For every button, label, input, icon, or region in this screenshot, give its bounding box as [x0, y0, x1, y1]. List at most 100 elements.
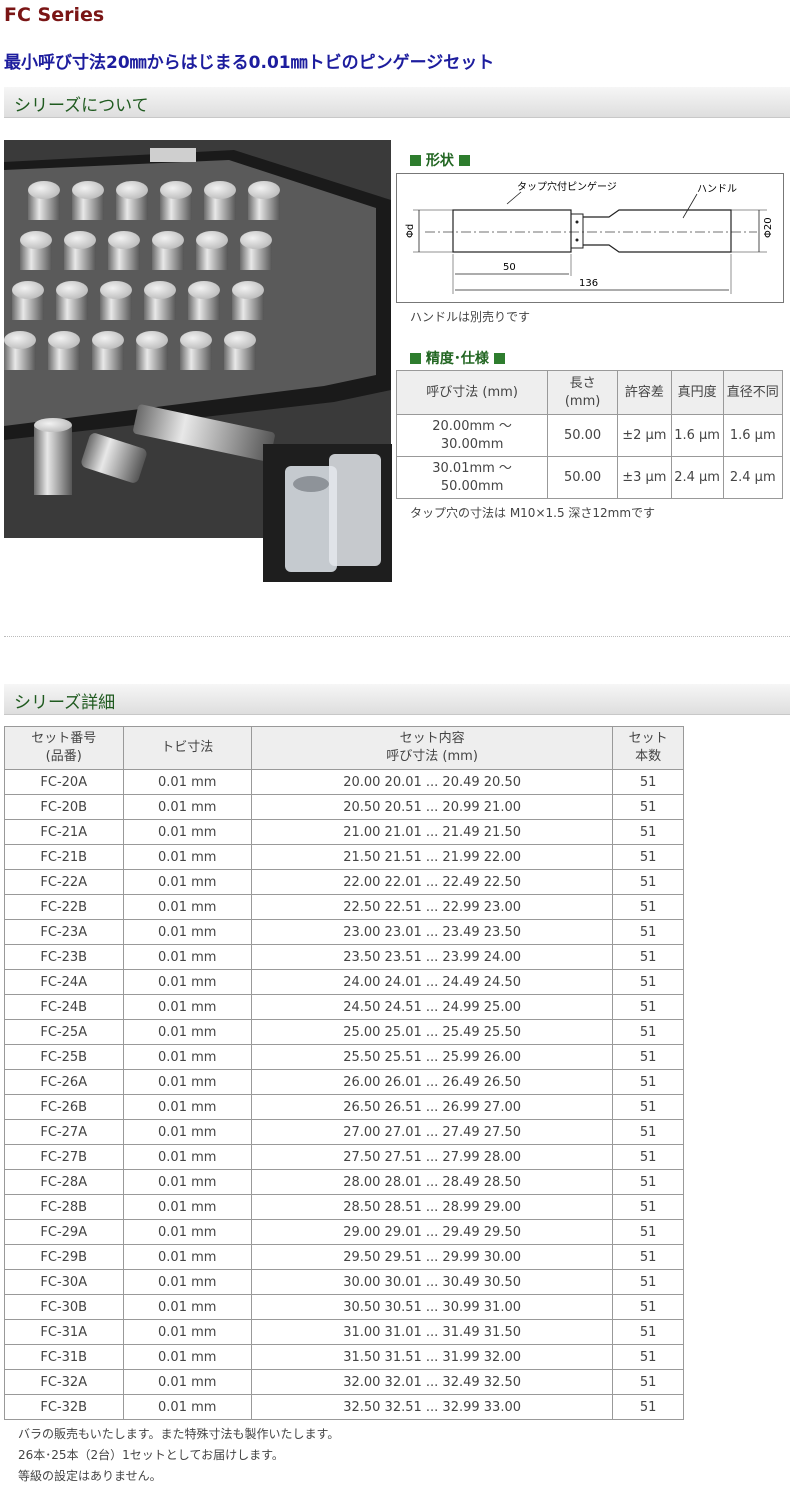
table-row: FC-30B 0.01 mm 30.50 30.51 ... 30.99 31.00… — [4, 1294, 684, 1320]
table-cell: 51 — [612, 894, 684, 920]
table-cell: 0.01 mm — [122, 1244, 252, 1270]
table-cell: FC-28A — [4, 1169, 124, 1195]
table-cell: FC-27A — [4, 1119, 124, 1145]
table-cell: 51 — [612, 1294, 684, 1320]
table-cell: 0.01 mm — [122, 1094, 252, 1120]
table-cell: 51 — [612, 1169, 684, 1195]
table-cell: FC-20B — [4, 794, 124, 820]
table-row: FC-22B 0.01 mm 22.50 22.51 ... 22.99 23.00… — [4, 894, 684, 920]
spec-header: 長さ (mm) — [547, 370, 618, 415]
gauge-label: タップ穴付ピンゲージ — [517, 180, 617, 193]
shape-note: ハンドルは別売りです — [410, 310, 531, 324]
table-row: FC-28A 0.01 mm 28.00 28.01 ... 28.49 28.50… — [4, 1169, 684, 1195]
table-cell: 51 — [612, 1319, 684, 1345]
table-cell: 24.50 24.51 ... 24.99 25.00 — [250, 994, 614, 1020]
length-50-label: 50 — [503, 262, 516, 273]
table-cell: 0.01 mm — [122, 1219, 252, 1245]
page-title: FC Series — [4, 4, 105, 26]
table-cell: FC-28B — [4, 1194, 124, 1220]
table-row: FC-31B 0.01 mm 31.50 31.51 ... 31.99 32.00… — [4, 1344, 684, 1370]
table-cell: 0.01 mm — [122, 1319, 252, 1345]
table-cell: 32.50 32.51 ... 32.99 33.00 — [250, 1394, 614, 1420]
table-cell: 51 — [612, 1194, 684, 1220]
section-header-details: シリーズ詳細 — [4, 684, 790, 715]
spec-cell: 2.4 μm — [722, 456, 783, 499]
table-cell: 27.50 27.51 ... 27.99 28.00 — [250, 1144, 614, 1170]
table-cell: 0.01 mm — [122, 1369, 252, 1395]
spec-cell: 50.00 — [547, 456, 618, 499]
table-cell: 21.50 21.51 ... 21.99 22.00 — [250, 844, 614, 870]
table-cell: 25.00 25.01 ... 25.49 25.50 — [250, 1019, 614, 1045]
table-cell: FC-22A — [4, 869, 124, 895]
spec-cell: 1.6 μm — [722, 414, 783, 457]
table-cell: 0.01 mm — [122, 1119, 252, 1145]
table-cell: 22.00 22.01 ... 22.49 22.50 — [250, 869, 614, 895]
table-cell: 51 — [612, 794, 684, 820]
table-cell: FC-26A — [4, 1069, 124, 1095]
square-bullet-icon — [458, 155, 470, 166]
table-row: FC-21A 0.01 mm 21.00 21.01 ... 21.49 21.50… — [4, 819, 684, 845]
table-cell: FC-30A — [4, 1269, 124, 1295]
table-row: FC-21B 0.01 mm 21.50 21.51 ... 21.99 22.00… — [4, 844, 684, 870]
footnote: 26本･25本（2台）1セットとしてお届けします。 — [18, 1448, 284, 1462]
table-cell: 26.50 26.51 ... 26.99 27.00 — [250, 1094, 614, 1120]
table-cell: 51 — [612, 994, 684, 1020]
table-cell: 21.00 21.01 ... 21.49 21.50 — [250, 819, 614, 845]
table-cell: 51 — [612, 1019, 684, 1045]
spec-header: 真円度 — [670, 370, 724, 415]
table-cell: FC-29B — [4, 1244, 124, 1270]
shape-heading: 形状 — [410, 150, 470, 170]
table-cell: FC-20A — [4, 769, 124, 795]
table-cell: 0.01 mm — [122, 1344, 252, 1370]
table-cell: 0.01 mm — [122, 1294, 252, 1320]
length-136-label: 136 — [579, 278, 598, 289]
table-cell: 51 — [612, 944, 684, 970]
table-cell: 29.50 29.51 ... 29.99 30.00 — [250, 1244, 614, 1270]
square-bullet-icon — [493, 353, 505, 364]
table-cell: 51 — [612, 1369, 684, 1395]
table-cell: 0.01 mm — [122, 1169, 252, 1195]
spec-cell: ±3 μm — [616, 456, 672, 499]
table-cell: 23.50 23.51 ... 23.99 24.00 — [250, 944, 614, 970]
table-row: FC-25A 0.01 mm 25.00 25.01 ... 25.49 25.50… — [4, 1019, 684, 1045]
divider — [4, 636, 790, 637]
table-cell: 0.01 mm — [122, 794, 252, 820]
square-bullet-icon — [410, 353, 421, 364]
table-row: FC-27B 0.01 mm 27.50 27.51 ... 27.99 28.00… — [4, 1144, 684, 1170]
table-cell: 51 — [612, 844, 684, 870]
detail-header: セット内容 呼び寸法 (mm) — [250, 726, 614, 770]
diameter-20-label: Φ20 — [763, 217, 774, 238]
table-cell: 51 — [612, 1119, 684, 1145]
table-cell: FC-21A — [4, 819, 124, 845]
spec-cell: 2.4 μm — [670, 456, 724, 499]
table-cell: 0.01 mm — [122, 1194, 252, 1220]
detail-header: トビ寸法 — [122, 726, 252, 770]
table-cell: 24.00 24.01 ... 24.49 24.50 — [250, 969, 614, 995]
table-row: FC-27A 0.01 mm 27.00 27.01 ... 27.49 27.50… — [4, 1119, 684, 1145]
table-cell: FC-23A — [4, 919, 124, 945]
table-cell: FC-22B — [4, 894, 124, 920]
table-cell: 0.01 mm — [122, 894, 252, 920]
spec-cell: ±2 μm — [616, 414, 672, 457]
table-cell: 51 — [612, 1244, 684, 1270]
accuracy-heading: 精度･仕様 — [410, 348, 505, 368]
table-cell: 51 — [612, 969, 684, 995]
table-cell: 27.00 27.01 ... 27.49 27.50 — [250, 1119, 614, 1145]
spec-cell: 20.00mm ～ 30.00mm — [395, 414, 549, 457]
table-row: FC-32B 0.01 mm 32.50 32.51 ... 32.99 33.00… — [4, 1394, 684, 1420]
table-cell: 30.00 30.01 ... 30.49 30.50 — [250, 1269, 614, 1295]
table-cell: 0.01 mm — [122, 969, 252, 995]
table-cell: FC-24B — [4, 994, 124, 1020]
table-row: FC-24B 0.01 mm 24.50 24.51 ... 24.99 25.00… — [4, 994, 684, 1020]
footnotes: バラの販売もいたします。また特殊寸法も製作いたします。 26本･25本（2台）1… — [18, 1424, 339, 1487]
table-row: FC-28B 0.01 mm 28.50 28.51 ... 28.99 29.00… — [4, 1194, 684, 1220]
table-row: FC-20A 0.01 mm 20.00 20.01 ... 20.49 20.50… — [4, 769, 684, 795]
table-cell: FC-25A — [4, 1019, 124, 1045]
table-cell: 25.50 25.51 ... 25.99 26.00 — [250, 1044, 614, 1070]
table-cell: 51 — [612, 819, 684, 845]
table-cell: 23.00 23.01 ... 23.49 23.50 — [250, 919, 614, 945]
table-row: FC-32A 0.01 mm 32.00 32.01 ... 32.49 32.50… — [4, 1369, 684, 1395]
table-cell: FC-27B — [4, 1144, 124, 1170]
table-cell: 0.01 mm — [122, 1044, 252, 1070]
table-row: FC-24A 0.01 mm 24.00 24.01 ... 24.49 24.50… — [4, 969, 684, 995]
